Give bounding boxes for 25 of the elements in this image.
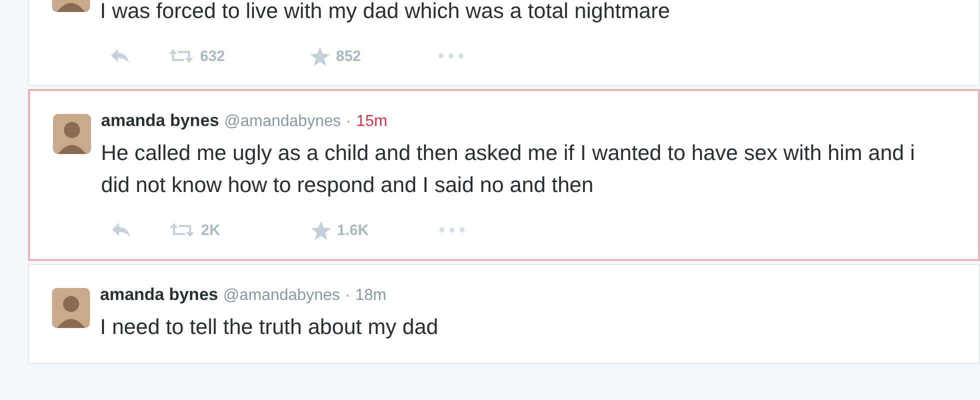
star-icon[interactable] [310,46,330,66]
avatar-icon[interactable] [53,114,91,154]
author-name[interactable]: amanda bynes [100,285,218,305]
reply-icon[interactable] [111,222,131,238]
timestamp[interactable]: 18m [355,287,386,305]
more-icon[interactable] [438,53,464,59]
count: 1.6K [337,222,369,238]
retweet-icon[interactable] [168,48,194,64]
author-name[interactable]: amanda bynes [101,111,220,131]
count: 632 [200,48,226,64]
retweet-icon[interactable] [169,222,195,238]
count: 2K [201,222,220,238]
reply-icon[interactable] [110,48,130,64]
tweet-text: I was forced to live with my dad which was a total nightmare [100,0,672,25]
more-icon[interactable] [439,227,465,233]
avatar-icon[interactable] [52,288,90,328]
star-icon[interactable] [311,220,331,240]
user-handle[interactable]: @amandabynes [223,287,340,305]
separator: · [346,113,352,131]
user-handle[interactable]: @amandabynes [224,113,341,131]
timestamp[interactable]: 15m [356,113,388,131]
tweet-text: He called me ugly as a child and then asked me if I wanted to have sex with him and i did not know how to respond and I said no and then [101,140,916,199]
count: 852 [336,48,362,64]
separator: · [344,287,350,305]
tweet-text: I need to tell the truth about my dad [100,314,440,341]
